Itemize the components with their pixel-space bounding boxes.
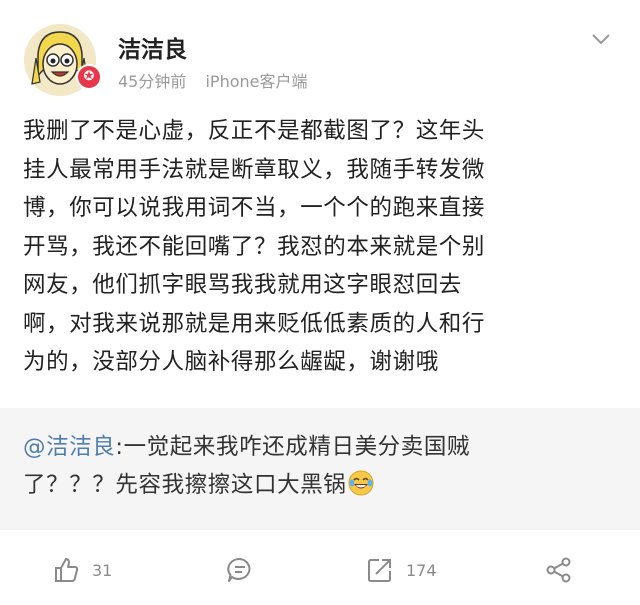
post-line: 为的，没部分人脑补得那么龌龊，谢谢哦 <box>23 349 439 375</box>
repost-line1-text: :一觉起来我咋还成精日美分卖国贼 <box>115 434 471 460</box>
reposted-content[interactable]: @洁洁良:一觉起来我咋还成精日美分卖国贼 了？？？先容我擦擦这口大黑锅 <box>0 408 640 530</box>
repost-text: @洁洁良:一觉起来我咋还成精日美分卖国贼 了？？？先容我擦擦这口大黑锅 <box>23 428 619 504</box>
post-line: 挂人最常用手法就是断章取义，我随手转发微 <box>23 156 486 183</box>
repost-count: 174 <box>406 560 437 580</box>
thumbs-up-icon <box>55 558 79 582</box>
post-line: 博，你可以说我用词不当，一个个的跑来直接 <box>23 195 486 221</box>
post-line: 我删了不是心虚，反正不是都截图了？这年头 <box>23 118 486 144</box>
post-body: 我删了不是心虚，反正不是都截图了？这年头 挂人最常用手法就是断章取义，我随手转发… <box>23 112 623 382</box>
laughing-crying-emoji-icon <box>348 470 374 496</box>
post-line: 啊，对我来说那就是用来贬低低素质的人和行 <box>23 310 486 337</box>
action-bar: 31 174 <box>0 545 640 595</box>
repost-icon <box>368 559 391 582</box>
repost-line: @洁洁良:一觉起来我咋还成精日美分卖国贼 <box>23 428 619 466</box>
verified-badge-icon: ✪ <box>76 64 102 90</box>
post-header: ✪ 洁洁良 45分钟前 iPhone客户端 <box>0 0 640 100</box>
repost-button[interactable]: 174 <box>366 555 437 585</box>
post-source: iPhone客户端 <box>205 72 308 91</box>
share-button[interactable] <box>545 555 585 585</box>
chevron-down-icon[interactable] <box>590 30 612 48</box>
repost-line: 了？？？先容我擦擦这口大黑锅 <box>23 466 619 504</box>
post-line: 开骂，我还不能回嘴了？我怼的本来就是个别 <box>23 233 486 260</box>
repost-line2-text: 了？？？先容我擦擦这口大黑锅 <box>23 472 347 498</box>
share-icon <box>546 557 571 583</box>
comment-icon <box>227 557 251 582</box>
post-meta: 45分钟前 iPhone客户端 <box>118 68 321 92</box>
like-button[interactable]: 31 <box>52 555 112 585</box>
post-line: 网友，他们抓字眼骂我我就用这字眼怼回去 <box>23 272 462 298</box>
like-count: 31 <box>92 560 113 580</box>
username[interactable]: 洁洁良 <box>118 30 187 64</box>
comment-button[interactable] <box>226 555 266 585</box>
post-time: 45分钟前 <box>118 72 187 91</box>
mention-link[interactable]: @洁洁良 <box>23 434 115 460</box>
